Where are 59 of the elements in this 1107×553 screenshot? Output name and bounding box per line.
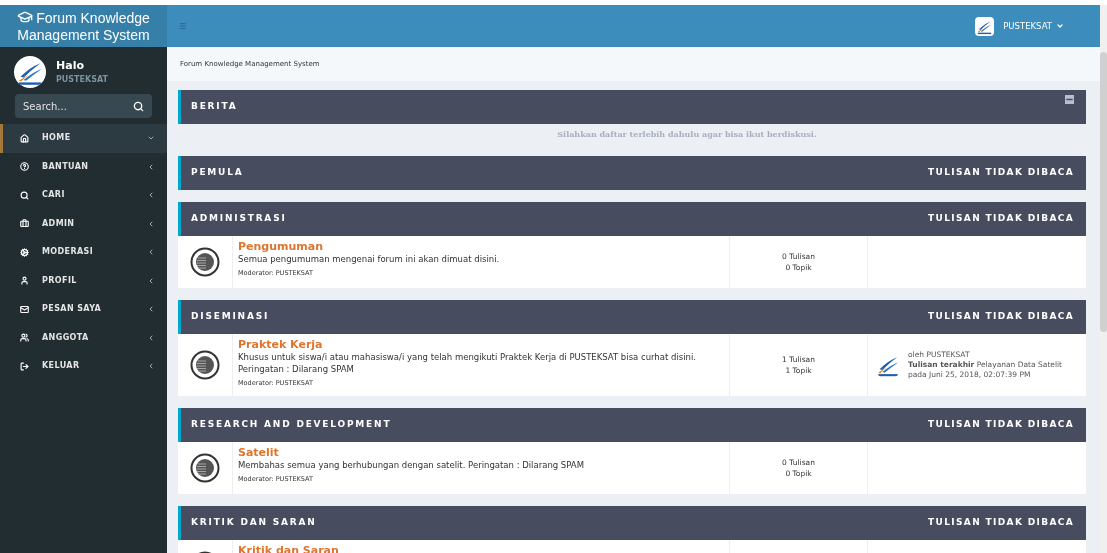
menu-label: PROFIL [42, 274, 78, 287]
section-title: PEMULA [191, 166, 244, 180]
menu-label: KELUAR [42, 360, 81, 373]
home-icon [20, 133, 29, 143]
caret-icon [1056, 22, 1064, 30]
section-title: ADMINISTRASI [191, 212, 287, 226]
menu-item[interactable]: PESAN SAYA [0, 295, 167, 324]
section-title: KRITIK DAN SARAN [191, 516, 317, 529]
avatar-logo [14, 56, 46, 88]
logout-icon [20, 361, 29, 371]
users-icon [20, 333, 29, 343]
unread-label: TULISAN TIDAK DIBACA [928, 418, 1074, 431]
forum-description: Khusus untuk siswa/i atau mahasiswa/i yang telah mengikuti Praktek Kerja di PUSTEKSAT bisa curhat disini. [238, 351, 697, 363]
menu-label: ADMIN [42, 217, 76, 230]
forum-icon [190, 247, 220, 277]
menu-item[interactable]: ADMIN [0, 209, 167, 238]
menu-label: PESAN SAYA [42, 303, 103, 316]
menu-item[interactable]: BANTUAN [0, 152, 167, 181]
unread-label: TULISAN TIDAK DIBACA [928, 516, 1074, 529]
forum-icon [190, 349, 220, 380]
forum-description: Peringatan : Dilarang SPAM [238, 363, 355, 375]
menu-item[interactable]: CARI [0, 181, 167, 210]
section-title: DISEMINASI [191, 310, 270, 324]
unread-label: TULISAN TIDAK DIBACA [928, 212, 1074, 226]
search-field[interactable]: Search... [15, 94, 152, 118]
menu-label: HOME [42, 132, 72, 145]
menu-label: ANGGOTA [42, 331, 90, 344]
user-name: PUSTEKSAT [1003, 19, 1052, 33]
section-title: BERITA [191, 100, 238, 114]
avatar-logo [975, 16, 995, 36]
help-icon [20, 162, 29, 172]
user-icon [20, 276, 29, 286]
forum-description: Semua pengumuman mengenai forum ini akan dimuat disini. [238, 253, 501, 265]
menu-item[interactable]: KELUAR [0, 352, 167, 381]
menu-label: CARI [42, 189, 66, 202]
greeting-text: Halo [56, 57, 85, 74]
collapse-icon[interactable] [1065, 95, 1074, 104]
brand-title[interactable]: Forum Knowledge Management System [15, 8, 152, 44]
notice-text: Silahkan daftar terlebih dahulu agar bisa ikut berdiskusi. [556, 128, 818, 141]
menu-label: BANTUAN [42, 160, 90, 173]
search-icon [20, 190, 29, 200]
briefcase-icon [20, 219, 29, 229]
username-text: PUSTEKSAT [56, 74, 109, 87]
forum-description: Membahas semua yang berhubungan dengan satelit. Peringatan : Dilarang SPAM [238, 458, 585, 471]
menu-item[interactable]: PROFIL [0, 266, 167, 295]
menu-item[interactable]: MODERASI [0, 238, 167, 267]
menu-item[interactable]: HOME [0, 124, 167, 153]
search-input[interactable]: Search... [23, 98, 123, 114]
section-title: RESEARCH AND DEVELOPMENT [191, 418, 392, 431]
scrollbar[interactable] [1100, 5, 1107, 553]
unread-label: TULISAN TIDAK DIBACA [928, 310, 1074, 324]
menu-label: MODERASI [42, 246, 95, 259]
gear-icon [20, 247, 29, 257]
unread-label: TULISAN TIDAK DIBACA [928, 166, 1074, 180]
forum-icon [190, 452, 220, 483]
user-menu[interactable]: PUSTEKSAT [975, 16, 1064, 36]
search-icon[interactable] [133, 100, 144, 112]
menu-item[interactable]: ANGGOTA [0, 323, 167, 352]
envelope-icon [20, 304, 29, 314]
